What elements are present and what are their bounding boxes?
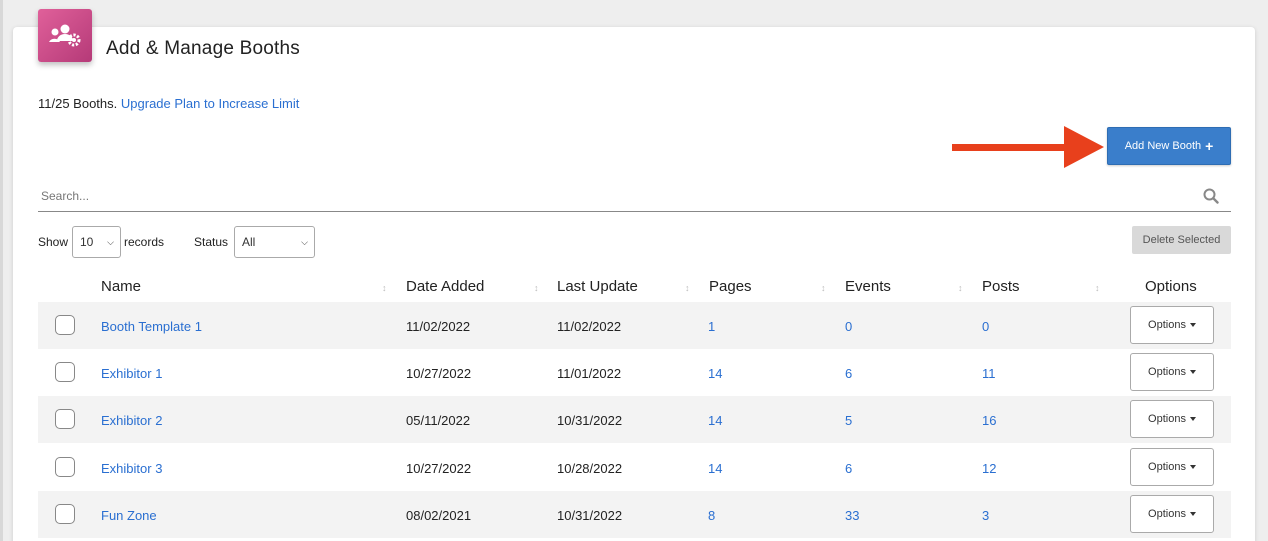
column-header-options: Options	[1145, 278, 1197, 295]
caret-down-icon	[1189, 417, 1196, 421]
sort-icon[interactable]: ↕	[382, 283, 387, 293]
pages-count-link[interactable]: 14	[708, 461, 722, 476]
options-label: Options	[1148, 319, 1186, 331]
last-update-cell: 10/28/2022	[557, 461, 623, 476]
column-header-posts[interactable]: Posts	[982, 278, 1020, 295]
pages-count-link[interactable]: 1	[708, 319, 715, 334]
row-checkbox[interactable]	[55, 457, 75, 477]
show-label: Show	[38, 235, 69, 249]
events-count-link[interactable]: 33	[845, 508, 859, 523]
events-count-link[interactable]: 5	[845, 413, 852, 428]
row-checkbox[interactable]	[55, 409, 75, 429]
records-per-page-select[interactable]: 10 ⌵	[72, 226, 121, 258]
add-new-booth-button[interactable]: Add New Booth +	[1107, 127, 1231, 165]
events-count-link[interactable]: 0	[845, 319, 852, 334]
last-update-cell: 10/31/2022	[557, 413, 623, 428]
search-input[interactable]	[38, 182, 1188, 210]
row-checkbox[interactable]	[55, 315, 75, 335]
records-label: records	[124, 235, 165, 249]
options-dropdown-button[interactable]: Options	[1130, 495, 1214, 533]
sort-icon[interactable]: ↕	[534, 283, 539, 293]
sort-icon[interactable]: ↕	[685, 283, 690, 293]
date-added-cell: 08/02/2021	[406, 508, 472, 523]
sort-icon[interactable]: ↕	[821, 283, 826, 293]
pages-count-link[interactable]: 14	[708, 413, 722, 428]
search-icon[interactable]	[1203, 188, 1219, 204]
column-header-pages[interactable]: Pages	[709, 278, 752, 295]
events-count-link[interactable]: 6	[845, 461, 852, 476]
booth-name-link[interactable]: Fun Zone	[101, 508, 157, 523]
sort-icon[interactable]: ↕	[958, 283, 963, 293]
plus-icon: +	[1205, 138, 1214, 154]
table-row: Booth Template 1 11/02/2022 11/02/2022 1…	[38, 302, 1231, 349]
date-added-cell: 10/27/2022	[406, 366, 472, 381]
options-label: Options	[1148, 461, 1186, 473]
date-added-cell: 10/27/2022	[406, 461, 472, 476]
records-per-page-value: 10	[80, 235, 94, 249]
events-count-link[interactable]: 6	[845, 366, 852, 381]
booth-count-text: 11/25 Booths.	[38, 96, 118, 111]
posts-count-link[interactable]: 12	[982, 461, 996, 476]
chevron-down-icon: ⌵	[107, 237, 114, 247]
column-header-date-added[interactable]: Date Added	[406, 278, 484, 295]
options-dropdown-button[interactable]: Options	[1130, 306, 1214, 344]
booth-name-link[interactable]: Exhibitor 2	[101, 413, 162, 428]
column-header-last-update[interactable]: Last Update	[557, 278, 638, 295]
options-dropdown-button[interactable]: Options	[1130, 353, 1214, 391]
table-row: Exhibitor 2 05/11/2022 10/31/2022 14 5 1…	[38, 396, 1231, 443]
options-label: Options	[1148, 508, 1186, 520]
date-added-cell: 11/02/2022	[406, 319, 471, 334]
sort-icon[interactable]: ↕	[1095, 283, 1100, 293]
last-update-cell: 11/02/2022	[557, 319, 622, 334]
caret-down-icon	[1189, 323, 1196, 327]
booth-name-link[interactable]: Exhibitor 3	[101, 461, 162, 476]
left-edge	[0, 0, 3, 541]
last-update-cell: 11/01/2022	[557, 366, 622, 381]
status-select[interactable]: All ⌵	[234, 226, 315, 258]
booths-header-icon	[38, 9, 92, 62]
chevron-down-icon: ⌵	[301, 237, 308, 247]
table-row: Exhibitor 3 10/27/2022 10/28/2022 14 6 1…	[38, 444, 1231, 491]
column-header-name[interactable]: Name	[101, 278, 141, 295]
options-dropdown-button[interactable]: Options	[1130, 400, 1214, 438]
posts-count-link[interactable]: 11	[982, 366, 996, 381]
pages-count-link[interactable]: 14	[708, 366, 722, 381]
booth-name-link[interactable]: Booth Template 1	[101, 319, 202, 334]
delete-selected-button[interactable]: Delete Selected	[1132, 226, 1231, 254]
caret-down-icon	[1189, 465, 1196, 469]
caret-down-icon	[1189, 512, 1196, 516]
posts-count-link[interactable]: 16	[982, 413, 996, 428]
pages-count-link[interactable]: 8	[708, 508, 715, 523]
options-label: Options	[1148, 366, 1186, 378]
red-arrow-annotation	[952, 126, 1104, 168]
options-label: Options	[1148, 413, 1186, 425]
last-update-cell: 10/31/2022	[557, 508, 623, 523]
column-header-events[interactable]: Events	[845, 278, 891, 295]
posts-count-link[interactable]: 0	[982, 319, 989, 334]
table-row: Exhibitor 1 10/27/2022 11/01/2022 14 6 1…	[38, 349, 1231, 396]
row-checkbox[interactable]	[55, 504, 75, 524]
date-added-cell: 05/11/2022	[406, 413, 471, 428]
caret-down-icon	[1189, 370, 1196, 374]
add-new-booth-label: Add New Booth	[1124, 140, 1202, 152]
page-title: Add & Manage Booths	[106, 38, 300, 59]
table-row: Fun Zone 08/02/2021 10/31/2022 8 33 3 Op…	[38, 491, 1231, 538]
booth-name-link[interactable]: Exhibitor 1	[101, 366, 162, 381]
posts-count-link[interactable]: 3	[982, 508, 989, 523]
search-bar	[38, 182, 1231, 212]
options-dropdown-button[interactable]: Options	[1130, 448, 1214, 486]
row-checkbox[interactable]	[55, 362, 75, 382]
users-gear-icon	[49, 24, 81, 46]
status-value: All	[242, 235, 256, 249]
upgrade-plan-link[interactable]: Upgrade Plan to Increase Limit	[121, 96, 299, 111]
status-label: Status	[194, 235, 229, 249]
booth-limit-line: 11/25 Booths. Upgrade Plan to Increase L…	[38, 96, 299, 111]
